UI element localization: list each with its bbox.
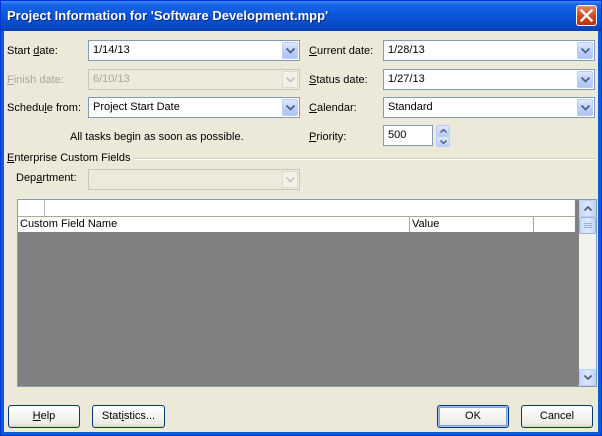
schedule-from-dropdown-button[interactable] <box>282 99 298 116</box>
current-date-value: 1/28/13 <box>388 44 425 56</box>
finish-date-label: Finish date: <box>7 74 64 86</box>
chevron-down-icon <box>581 48 590 54</box>
title-bar[interactable]: Project Information for 'Software Develo… <box>1 1 601 31</box>
chevron-up-icon <box>584 206 592 211</box>
department-dropdown-button <box>282 171 298 188</box>
schedule-from-label: Schedule from: <box>7 102 81 114</box>
start-date-dropdown-button[interactable] <box>282 42 298 59</box>
schedule-from-value: Project Start Date <box>93 101 180 113</box>
current-date-label: Current date: <box>309 45 374 57</box>
chevron-up-icon <box>440 129 447 133</box>
calendar-label: Calendar: <box>309 102 357 114</box>
scroll-up-button[interactable] <box>579 200 596 217</box>
dialog-body: Start date: 1/14/13 Finish date: 6/10/13… <box>4 31 598 432</box>
calendar-combo[interactable]: Standard <box>383 97 595 118</box>
grid-vertical-scrollbar[interactable] <box>579 200 596 386</box>
scroll-thumb[interactable] <box>579 217 596 234</box>
column-header-value[interactable]: Value <box>410 217 534 232</box>
chevron-down-icon <box>584 375 592 380</box>
priority-value: 500 <box>388 129 407 141</box>
finish-date-dropdown-button <box>282 71 298 88</box>
scroll-down-button[interactable] <box>579 369 596 386</box>
grid-corner <box>18 200 45 216</box>
current-date-dropdown-button[interactable] <box>577 42 593 59</box>
close-icon <box>580 9 593 22</box>
finish-date-combo: 6/10/13 <box>88 69 300 90</box>
close-button[interactable] <box>576 5 597 26</box>
chevron-down-icon <box>581 77 590 83</box>
start-date-combo[interactable]: 1/14/13 <box>88 40 300 61</box>
help-button[interactable]: Help <box>8 405 80 428</box>
priority-increment-button[interactable] <box>436 125 450 136</box>
chevron-down-icon <box>286 77 295 83</box>
column-header-custom-field-name[interactable]: Custom Field Name <box>18 217 410 232</box>
status-date-dropdown-button[interactable] <box>577 71 593 88</box>
finish-date-value: 6/10/13 <box>93 73 130 85</box>
priority-spinner <box>436 125 450 147</box>
group-separator <box>134 158 595 160</box>
chevron-down-icon <box>581 105 590 111</box>
chevron-down-icon <box>440 140 447 144</box>
enterprise-custom-fields-heading: Enterprise Custom Fields <box>7 152 131 164</box>
grid-header: Custom Field Name Value <box>18 216 575 232</box>
statistics-button[interactable]: Statistics... <box>92 405 165 428</box>
start-date-label: Start date: <box>7 45 58 57</box>
dialog-window: Project Information for 'Software Develo… <box>0 0 602 436</box>
chevron-down-icon <box>286 177 295 183</box>
priority-decrement-button[interactable] <box>436 136 450 147</box>
chevron-down-icon <box>286 105 295 111</box>
custom-fields-grid[interactable]: Custom Field Name Value <box>17 199 597 387</box>
schedule-note: All tasks begin as soon as possible. <box>70 131 244 143</box>
department-label: Department: <box>16 172 77 184</box>
chevron-down-icon <box>286 48 295 54</box>
priority-label: Priority: <box>309 131 347 143</box>
status-date-value: 1/27/13 <box>388 73 425 85</box>
calendar-dropdown-button[interactable] <box>577 99 593 116</box>
department-combo <box>88 169 300 190</box>
cancel-button[interactable]: Cancel <box>521 405 593 428</box>
grid-edit-bar[interactable] <box>18 200 575 216</box>
status-date-combo[interactable]: 1/27/13 <box>383 69 595 90</box>
calendar-value: Standard <box>388 101 433 113</box>
schedule-from-combo[interactable]: Project Start Date <box>88 97 300 118</box>
window-title: Project Information for 'Software Develo… <box>7 8 329 23</box>
start-date-value: 1/14/13 <box>93 44 130 56</box>
current-date-combo[interactable]: 1/28/13 <box>383 40 595 61</box>
ok-button[interactable]: OK <box>437 405 509 428</box>
priority-input[interactable]: 500 <box>383 125 433 146</box>
status-date-label: Status date: <box>309 74 368 86</box>
